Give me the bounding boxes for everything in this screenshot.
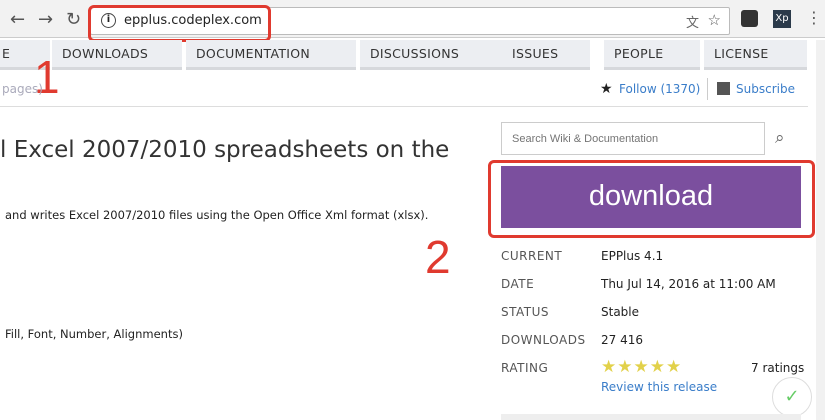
search-input[interactable] xyxy=(501,122,765,155)
back-icon[interactable]: ← xyxy=(10,9,25,30)
menu-icon[interactable]: ⋮ xyxy=(806,8,822,27)
divider xyxy=(0,106,808,107)
tab-downloads[interactable]: DOWNLOADS xyxy=(52,40,182,70)
xp-extension-icon[interactable]: Xp xyxy=(773,10,791,28)
tab-documentation[interactable]: DOCUMENTATION xyxy=(186,40,356,70)
star-icon: ★ xyxy=(600,81,613,97)
feature-text: Fill, Font, Number, Alignments) xyxy=(5,327,183,341)
reload-icon[interactable]: ↻ xyxy=(66,9,81,30)
rating-stars[interactable]: ★★★★★ xyxy=(601,357,682,377)
release-current: CURRENT EPPlus 4.1 xyxy=(501,249,664,263)
page-title: l Excel 2007/2010 spreadsheets on the xyxy=(0,137,450,163)
pages-link[interactable]: pages) xyxy=(2,82,43,96)
description: and writes Excel 2007/2010 files using t… xyxy=(5,208,429,222)
release-status: STATUS Stable xyxy=(501,305,640,319)
ratings-count: 7 ratings xyxy=(751,361,805,375)
panel xyxy=(501,414,801,420)
scrollbar[interactable] xyxy=(816,40,825,420)
tab-issues[interactable]: ISSUES xyxy=(502,40,590,70)
translate-icon[interactable]: 文 xyxy=(686,12,699,31)
nav-tabs: E DOWNLOADS DOCUMENTATION DISCUSSIONS IS… xyxy=(0,40,825,70)
forward-icon[interactable]: → xyxy=(38,9,53,30)
annotation-2: 2 xyxy=(425,231,451,283)
tab-discussions[interactable]: DISCUSSIONS xyxy=(360,40,506,70)
shield-icon[interactable]: ✓ xyxy=(772,377,812,417)
annotation-box-download xyxy=(488,160,815,238)
divider xyxy=(707,78,708,100)
review-link[interactable]: Review this release xyxy=(601,380,717,394)
bookmark-star-icon[interactable]: ☆ xyxy=(708,11,721,29)
extension-icon[interactable] xyxy=(741,10,758,27)
tab-license[interactable]: LICENSE xyxy=(704,40,807,70)
search-icon[interactable]: ⌕ xyxy=(775,128,785,148)
tab-people[interactable]: PEOPLE xyxy=(604,40,700,70)
follow-link[interactable]: Follow (1370) xyxy=(619,82,700,96)
release-downloads: DOWNLOADS 27 416 xyxy=(501,333,643,347)
subscribe-link[interactable]: Subscribe xyxy=(736,82,795,96)
release-date: DATE Thu Jul 14, 2016 at 11:00 AM xyxy=(501,277,776,291)
rss-icon xyxy=(717,82,730,95)
annotation-box-url xyxy=(88,5,271,42)
release-rating: RATING ★★★★★ 7 ratings xyxy=(501,357,805,377)
